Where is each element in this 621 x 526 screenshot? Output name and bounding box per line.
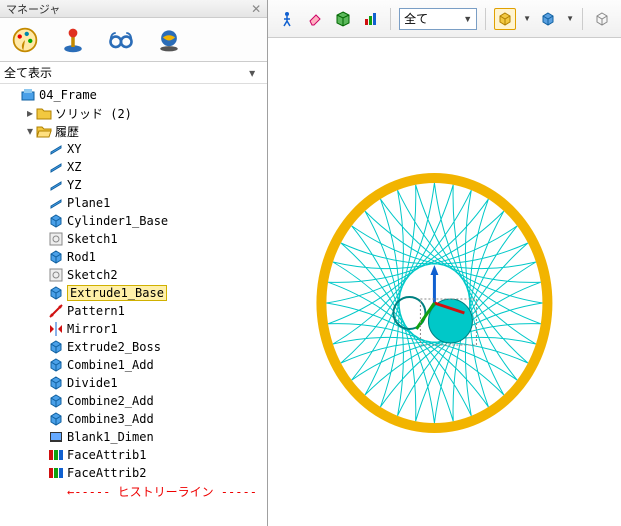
expand-icon[interactable]: ▸ [24,106,36,120]
tree-item[interactable]: Plane1 [4,194,267,212]
filter-label: 全て表示 [4,64,249,81]
tree-folder-solid[interactable]: ▸ ソリッド (2) [4,104,267,122]
folder-open-icon [36,123,52,139]
tree-label: Pattern1 [67,304,125,318]
feature-icon [48,285,64,301]
pattern-icon [48,303,64,319]
tree-item[interactable]: Extrude1_Base [4,284,267,302]
bars-icon[interactable] [360,8,382,30]
tree-label: XY [67,142,81,156]
tree-item[interactable]: Extrude2_Boss [4,338,267,356]
globe-icon[interactable] [154,25,184,55]
plane-icon [48,195,64,211]
feature-icon [48,213,64,229]
box-gold-icon[interactable] [494,8,516,30]
tree-label: YZ [67,178,81,192]
tree-label: Plane1 [67,196,110,210]
feature-icon [48,411,64,427]
tree-item[interactable]: Sketch2 [4,266,267,284]
glasses-icon[interactable] [106,25,136,55]
tree-label: FaceAttrib2 [67,466,146,480]
plane-icon [48,177,64,193]
rgb-icon [48,465,64,481]
tree-item[interactable]: Blank1_Dimen [4,428,267,446]
viewport-panel: 全て ▼ ▼ ▼ [268,0,621,526]
tree-label: 履歴 [55,123,79,140]
filter-select[interactable]: 全て ▼ [399,8,477,30]
feature-icon [48,357,64,373]
joystick-icon[interactable] [58,25,88,55]
tree-root[interactable]: 04_Frame [4,86,267,104]
tree-item[interactable]: Cylinder1_Base [4,212,267,230]
tree-item[interactable]: YZ [4,176,267,194]
tree-item[interactable]: FaceAttrib2 [4,464,267,482]
tree-label: Sketch1 [67,232,118,246]
box-blue-icon[interactable] [537,8,559,30]
tree-label: Combine3_Add [67,412,154,426]
tree-label: Combine2_Add [67,394,154,408]
tree-label: ソリッド (2) [55,105,132,122]
tree-item[interactable]: XY [4,140,267,158]
chevron-down-icon: ▼ [463,14,472,24]
tree-label: Blank1_Dimen [67,430,154,444]
filter-dropdown[interactable]: 全て表示 ▾ [0,62,267,84]
panel-header: マネージャ ✕ [0,0,267,18]
feature-tree[interactable]: 04_Frame ▸ ソリッド (2) ▾ 履歴 XY XZ YZ Plane1 Cyl… [0,84,267,526]
dropdown-arrow-icon[interactable]: ▼ [566,14,574,23]
tree-item[interactable]: Sketch1 [4,230,267,248]
sketch-icon [48,231,64,247]
3d-viewport[interactable] [268,38,621,526]
palette-icon[interactable] [10,25,40,55]
tree-item[interactable]: Combine2_Add [4,392,267,410]
tree-label: Extrude2_Boss [67,340,161,354]
tree-label: Combine1_Add [67,358,154,372]
history-line-label: ←----- ヒストリーライン ----- [67,483,257,500]
walk-icon[interactable] [276,8,298,30]
manager-toolbar [0,18,267,62]
tree-item[interactable]: Divide1 [4,374,267,392]
feature-icon [48,249,64,265]
tree-item[interactable]: Mirror1 [4,320,267,338]
chevron-down-icon: ▾ [249,66,263,80]
tree-label: Mirror1 [67,322,118,336]
sketch-icon [48,267,64,283]
tree-item[interactable]: Combine3_Add [4,410,267,428]
close-icon[interactable]: ✕ [251,2,261,16]
tree-item[interactable]: Pattern1 [4,302,267,320]
panel-title: マネージャ [6,1,60,17]
tree-label: Extrude1_Base [67,285,167,301]
dropdown-arrow-icon[interactable]: ▼ [523,14,531,23]
tree-label: FaceAttrib1 [67,448,146,462]
cube-icon[interactable] [332,8,354,30]
blank-icon [48,429,64,445]
eraser-icon[interactable] [304,8,326,30]
tree-item[interactable]: FaceAttrib1 [4,446,267,464]
tree-item[interactable]: XZ [4,158,267,176]
tree-label: XZ [67,160,81,174]
feature-icon [48,375,64,391]
view-toolbar: 全て ▼ ▼ ▼ [268,0,621,38]
plane-icon [48,141,64,157]
tree-label: Sketch2 [67,268,118,282]
plane-icon [48,159,64,175]
tree-label: 04_Frame [39,88,97,102]
feature-icon [48,339,64,355]
tree-label: Rod1 [67,250,96,264]
part-icon [20,87,36,103]
feature-icon [48,393,64,409]
tree-item[interactable]: Rod1 [4,248,267,266]
box-wire-icon[interactable] [591,8,613,30]
tree-folder-history[interactable]: ▾ 履歴 [4,122,267,140]
filter-select-value: 全て [404,10,428,27]
mirror-icon [48,321,64,337]
tree-item[interactable]: Combine1_Add [4,356,267,374]
folder-icon [36,105,52,121]
rgb-icon [48,447,64,463]
manager-panel: マネージャ ✕ [0,0,268,526]
tree-label: Divide1 [67,376,118,390]
history-line-marker: ←----- ヒストリーライン ----- [4,482,267,500]
tree-label: Cylinder1_Base [67,214,168,228]
collapse-icon[interactable]: ▾ [24,124,36,138]
